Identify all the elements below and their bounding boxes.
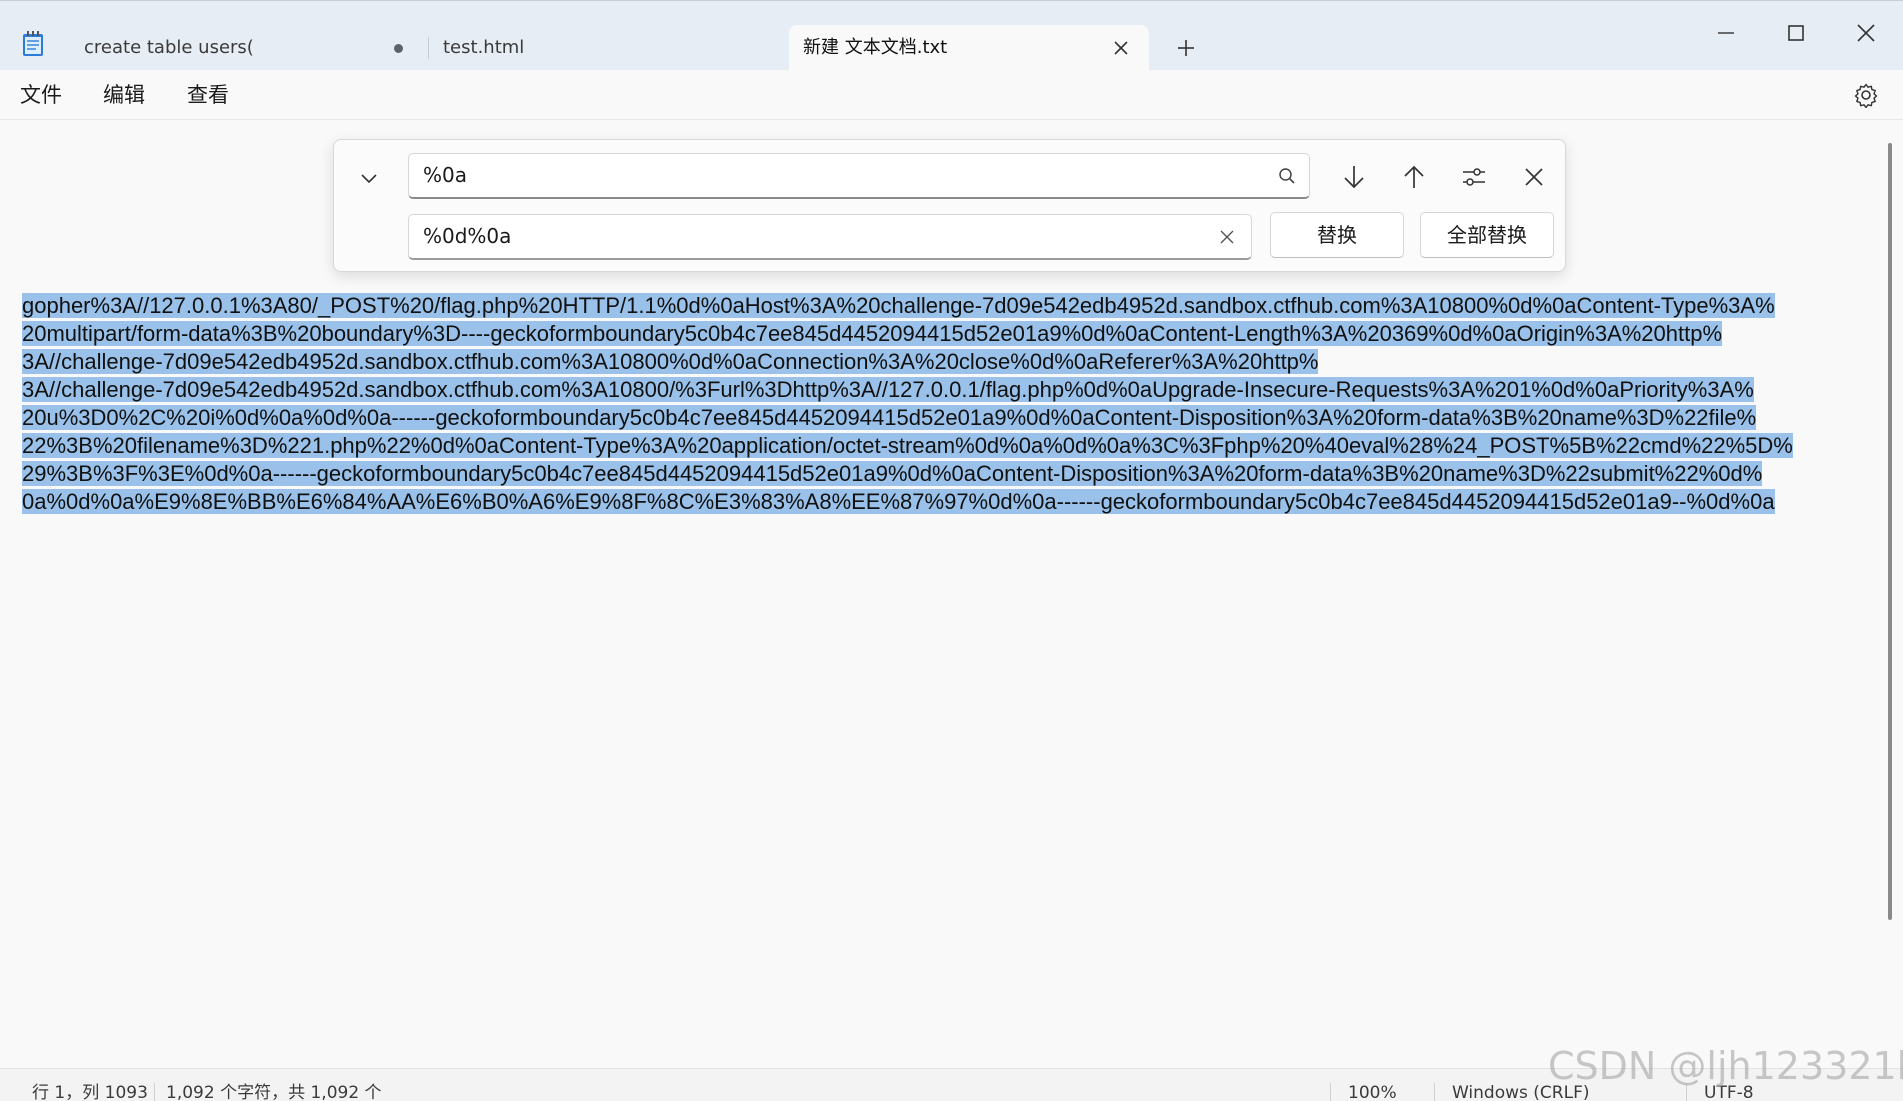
tab-label: 新建 文本文档.txt [803, 37, 948, 58]
unsaved-dot-icon [394, 44, 403, 53]
character-count: 1,092 个字符，共 1,092 个 [166, 1083, 382, 1101]
menu-bar: 文件 编辑 查看 [0, 70, 1903, 120]
close-find-icon[interactable] [1518, 161, 1550, 193]
tab-bar: create table users( test.html 新建 文本文档.tx… [0, 0, 1903, 71]
text-line: 20u%3D0%2C%20i%0d%0a%0d%0a------geckofor… [22, 404, 1872, 432]
find-replace-panel: 替换 全部替换 [333, 139, 1566, 272]
replace-all-button[interactable]: 全部替换 [1420, 212, 1554, 258]
cursor-position: 行 1，列 1093 [32, 1083, 148, 1101]
selected-text: 3A//challenge-7d09e542edb4952d.sandbox.c… [22, 377, 1754, 402]
notepad-window: create table users( test.html 新建 文本文档.tx… [0, 0, 1903, 1101]
text-line: 0a%0d%0a%E9%8E%BB%E6%84%AA%E6%B0%A6%E9%8… [22, 488, 1872, 516]
selected-text: 0a%0d%0a%E9%8E%BB%E6%84%AA%E6%B0%A6%E9%8… [22, 489, 1775, 514]
zoom-level[interactable]: 100% [1348, 1083, 1397, 1101]
text-line: 22%3B%20filename%3D%221.php%22%0d%0aCont… [22, 432, 1872, 460]
close-tab-icon[interactable] [1111, 38, 1131, 58]
selected-text: 20multipart/form-data%3B%20boundary%3D--… [22, 321, 1723, 346]
menu-view[interactable]: 查看 [187, 80, 229, 110]
find-field [408, 153, 1310, 199]
selected-text: 20u%3D0%2C%20i%0d%0a%0d%0a------geckofor… [22, 405, 1757, 430]
text-line: 20multipart/form-data%3B%20boundary%3D--… [22, 320, 1872, 348]
text-line: 3A//challenge-7d09e542edb4952d.sandbox.c… [22, 376, 1872, 404]
replace-input[interactable] [423, 215, 1183, 257]
notepad-app-icon [23, 31, 43, 56]
menu-file[interactable]: 文件 [20, 80, 62, 110]
tab-test-html[interactable]: test.html [443, 25, 773, 71]
tab-label: create table users( [84, 37, 254, 58]
search-icon[interactable] [1277, 166, 1297, 186]
status-divider [1330, 1083, 1331, 1101]
vertical-scrollbar[interactable] [1888, 143, 1892, 920]
find-next-arrow-down-icon[interactable] [1338, 161, 1370, 193]
tab-create-table-users[interactable]: create table users( [84, 25, 419, 71]
watermark: CSDN @ljh123321ljh [1548, 1044, 1903, 1088]
replace-field [408, 214, 1252, 260]
status-divider [154, 1083, 155, 1101]
search-options-icon[interactable] [1458, 161, 1490, 193]
text-editor[interactable]: gopher%3A//127.0.0.1%3A80/_POST%20/flag.… [22, 292, 1872, 516]
selected-text: 3A//challenge-7d09e542edb4952d.sandbox.c… [22, 349, 1319, 374]
menu-edit[interactable]: 编辑 [103, 80, 145, 110]
find-previous-arrow-up-icon[interactable] [1398, 161, 1430, 193]
tab-new-text-document[interactable]: 新建 文本文档.txt [789, 25, 1149, 71]
text-line: gopher%3A//127.0.0.1%3A80/_POST%20/flag.… [22, 292, 1872, 320]
maximize-icon[interactable] [1766, 13, 1826, 53]
tab-label: test.html [443, 37, 525, 58]
clear-icon[interactable] [1217, 227, 1237, 247]
minimize-icon[interactable] [1696, 13, 1756, 53]
tab-divider [428, 37, 429, 59]
selected-text: 29%3B%3F%3E%0d%0a------geckoformboundary… [22, 461, 1763, 486]
text-line: 29%3B%3F%3E%0d%0a------geckoformboundary… [22, 460, 1872, 488]
selected-text: gopher%3A//127.0.0.1%3A80/_POST%20/flag.… [22, 293, 1775, 318]
status-divider [1434, 1083, 1435, 1101]
selected-text: 22%3B%20filename%3D%221.php%22%0d%0aCont… [22, 433, 1793, 458]
new-tab-plus-icon[interactable] [1174, 36, 1198, 60]
replace-button[interactable]: 替换 [1270, 212, 1404, 258]
gear-icon[interactable] [1853, 82, 1879, 108]
close-window-icon[interactable] [1836, 13, 1896, 53]
chevron-down-icon[interactable] [358, 167, 380, 189]
text-line: 3A//challenge-7d09e542edb4952d.sandbox.c… [22, 348, 1872, 376]
find-input[interactable] [423, 154, 1243, 196]
